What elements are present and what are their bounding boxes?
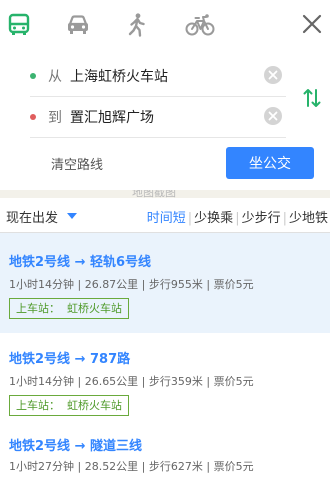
route-summary: 1小时27分钟 | 28.52公里 | 步行627米 | 票价5元 xyxy=(9,460,254,473)
boarding-label: 上车站： xyxy=(16,302,60,315)
origin-dot-icon xyxy=(30,73,36,79)
walk-icon xyxy=(128,13,145,37)
route-title: 地铁2号线 → 轻轨6号线 xyxy=(9,255,152,270)
clear-icon xyxy=(268,70,278,80)
route-result-item[interactable]: 地铁2号线 → 隧道三线 1小时27分钟 | 28.52公里 | 步行627米 … xyxy=(0,423,330,483)
swap-icon xyxy=(303,89,321,107)
route-summary: 1小时14分钟 | 26.87公里 | 步行955米 | 票价5元 xyxy=(9,278,254,291)
destination-prefix: 到 xyxy=(48,110,62,126)
close-button[interactable] xyxy=(298,10,326,38)
origin-field[interactable]: 从 上海虹桥火车站 xyxy=(30,56,286,97)
sort-option-less-walking[interactable]: 少步行 xyxy=(242,211,281,226)
destination-field[interactable]: 到 置汇旭辉广场 xyxy=(30,97,286,138)
clear-destination-button[interactable] xyxy=(264,107,282,125)
route-input-panel: 从 上海虹桥火车站 到 置汇旭辉广场 清空路线 坐公交 xyxy=(0,50,330,190)
destination-dot-icon xyxy=(30,114,36,120)
bus-icon xyxy=(8,13,30,35)
bike-icon xyxy=(185,14,215,36)
sort-bar: 现在出发 时间短 | 少换乘 | 少步行 | 少地铁 xyxy=(0,198,330,233)
map-label: 地图截图 xyxy=(132,190,176,198)
route-result-item[interactable]: 地铁2号线 → 787路 1小时14分钟 | 26.65公里 | 步行359米 … xyxy=(0,333,330,424)
origin-prefix: 从 xyxy=(48,69,62,85)
clear-icon xyxy=(268,111,278,121)
boarding-label: 上车站： xyxy=(16,399,60,412)
route-result-item[interactable]: 地铁2号线 → 轻轨6号线 1小时14分钟 | 26.87公里 | 步行955米… xyxy=(0,233,330,334)
map-background: 地图截图 xyxy=(0,190,330,198)
route-summary: 1小时14分钟 | 26.65公里 | 步行359米 | 票价5元 xyxy=(9,375,254,388)
boarding-station-badge: 上车站： 虹桥火车站 xyxy=(9,298,129,319)
chevron-down-icon[interactable] xyxy=(67,213,77,219)
swap-route-button[interactable] xyxy=(302,86,322,110)
destination-value[interactable]: 置汇旭辉广场 xyxy=(70,107,154,127)
sort-option-fastest[interactable]: 时间短 xyxy=(147,211,186,226)
bus-mode-button[interactable] xyxy=(4,10,34,40)
depart-time-selector[interactable]: 现在出发 xyxy=(6,207,58,226)
search-bus-button[interactable]: 坐公交 xyxy=(226,147,314,179)
walk-mode-button[interactable] xyxy=(122,10,152,40)
transport-mode-bar xyxy=(0,0,330,50)
boarding-station-badge: 上车站： 虹桥火车站 xyxy=(9,395,129,416)
boarding-station: 虹桥火车站 xyxy=(67,399,122,412)
car-icon xyxy=(68,15,88,34)
route-title: 地铁2号线 → 787路 xyxy=(9,352,131,367)
route-result-list: 地铁2号线 → 轻轨6号线 1小时14分钟 | 26.87公里 | 步行955米… xyxy=(0,233,330,483)
bike-mode-button[interactable] xyxy=(185,10,215,40)
clear-origin-button[interactable] xyxy=(264,66,282,84)
sort-options: 时间短 | 少换乘 | 少步行 | 少地铁 xyxy=(146,211,328,226)
sort-option-less-subway[interactable]: 少地铁 xyxy=(289,211,328,226)
route-title: 地铁2号线 → 隧道三线 xyxy=(9,439,142,454)
origin-value[interactable]: 上海虹桥火车站 xyxy=(70,66,168,86)
clear-route-link[interactable]: 清空路线 xyxy=(51,154,103,173)
boarding-station: 虹桥火车站 xyxy=(67,302,122,315)
car-mode-button[interactable] xyxy=(63,10,93,40)
sort-option-fewer-transfers[interactable]: 少换乘 xyxy=(194,211,233,226)
close-icon xyxy=(302,14,322,34)
